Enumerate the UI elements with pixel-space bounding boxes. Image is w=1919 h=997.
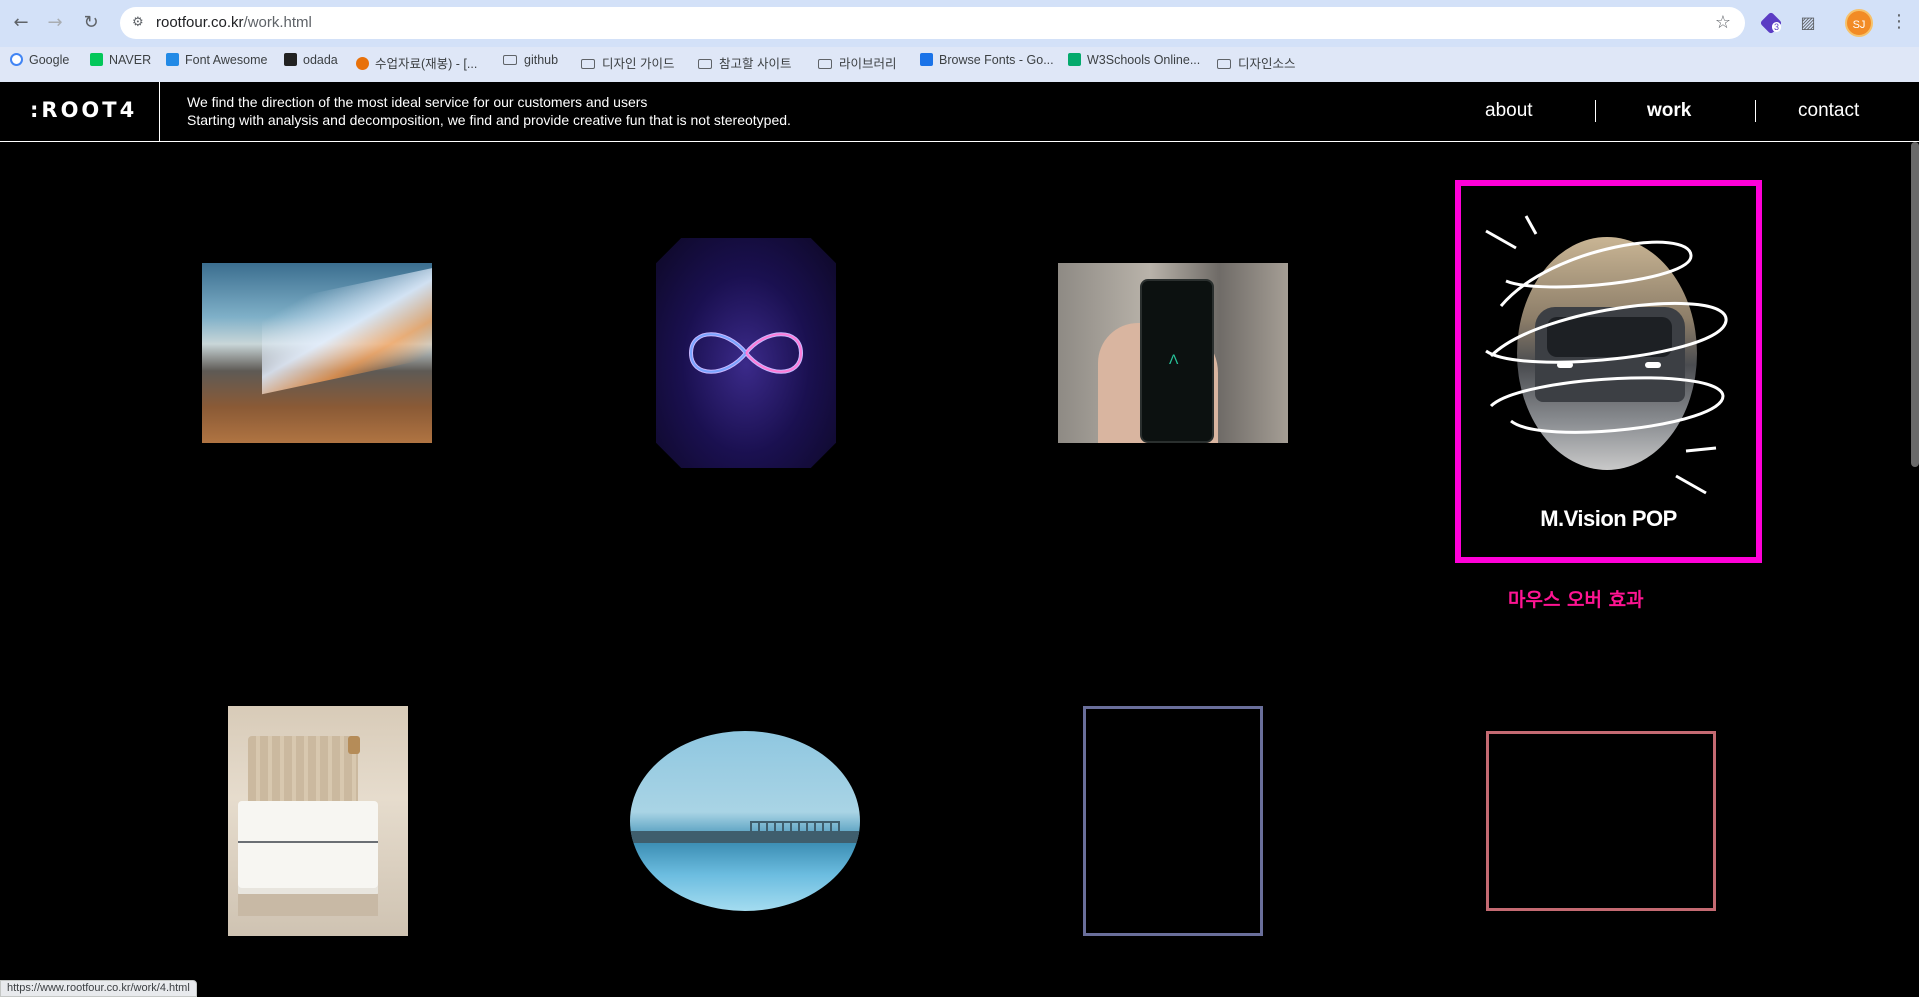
- bridge-deck: [630, 831, 860, 843]
- site-tagline: We find the direction of the most ideal …: [187, 93, 791, 129]
- folder-icon: [698, 59, 712, 69]
- browser-menu-icon[interactable]: ⋮: [1890, 11, 1908, 32]
- bookmark-naver[interactable]: NAVER: [90, 53, 151, 67]
- bookmark-folder-design-guide[interactable]: 디자인 가이드: [581, 53, 674, 72]
- tagline-line-2: Starting with analysis and decomposition…: [187, 112, 791, 128]
- site-header: :ROOT4 We find the direction of the most…: [0, 82, 1919, 142]
- site-logo[interactable]: :ROOT4: [30, 98, 137, 122]
- back-icon[interactable]: ←: [10, 12, 32, 34]
- bookmark-label: W3Schools Online...: [1087, 53, 1201, 67]
- page-scrollbar[interactable]: [1911, 142, 1919, 467]
- bookmark-folder-design-sources[interactable]: 디자인소스: [1217, 53, 1296, 72]
- infinity-glow-graphic: [688, 332, 804, 374]
- browser-chrome: ← → ↻ ⚙ rootfour.co.kr/work.html ☆ 3 ▨ S…: [0, 0, 1919, 82]
- profile-avatar[interactable]: SJ: [1845, 9, 1873, 37]
- bookmark-class-materials[interactable]: 수업자료(재봉) - [...: [356, 53, 477, 72]
- forward-icon[interactable]: →: [44, 12, 66, 34]
- work-item-6-bridge-image[interactable]: [630, 731, 860, 911]
- extension-badge-count: 3: [1772, 22, 1782, 32]
- header-divider: [159, 82, 160, 141]
- reload-icon[interactable]: ↻: [80, 12, 102, 34]
- work-item-title: M.Vision POP: [1540, 506, 1677, 531]
- nav-contact[interactable]: contact: [1798, 100, 1859, 122]
- extensions-puzzle-icon[interactable]: ▨: [1797, 12, 1819, 34]
- light-streak: [262, 263, 432, 395]
- folder-icon: [581, 59, 595, 69]
- work-item-5-bedroom-image[interactable]: [228, 706, 408, 936]
- bookmark-label: 디자인 가이드: [602, 57, 675, 71]
- google-fonts-icon: [920, 53, 933, 66]
- address-bar[interactable]: ⚙ rootfour.co.kr/work.html ☆: [120, 7, 1745, 39]
- bookmark-label: 수업자료(재봉) - [...: [375, 57, 478, 71]
- bookmark-folder-github[interactable]: github: [503, 53, 558, 67]
- folder-icon: [1217, 59, 1231, 69]
- flag-icon: [166, 53, 179, 66]
- site-info-icon[interactable]: ⚙: [132, 15, 148, 31]
- bookmark-folder-reference-sites[interactable]: 참고할 사이트: [698, 53, 791, 72]
- odada-icon: [284, 53, 297, 66]
- nav-separator: [1595, 100, 1596, 122]
- browser-status-url: https://www.rootfour.co.kr/work/4.html: [0, 980, 197, 997]
- swirl-lines-graphic: [1485, 215, 1728, 495]
- figma-icon: [356, 57, 369, 70]
- bookmark-label: Browse Fonts - Go...: [939, 53, 1054, 67]
- bookmarks-bar: Google NAVER Font Awesome odada 수업자료(재봉)…: [0, 49, 1919, 73]
- nav-separator: [1755, 100, 1756, 122]
- url-text[interactable]: rootfour.co.kr/work.html: [156, 14, 312, 31]
- bookmark-label: 디자인소스: [1238, 57, 1296, 71]
- bookmark-star-icon[interactable]: ☆: [1715, 12, 1731, 33]
- folder-icon: [818, 59, 832, 69]
- hover-effect-caption: 마우스 오버 효과: [1508, 589, 1644, 611]
- bookmark-label: Google: [29, 53, 70, 67]
- work-item-2-infinity-image[interactable]: [656, 238, 836, 468]
- extension-icon[interactable]: 3: [1759, 11, 1783, 35]
- naver-icon: [90, 53, 103, 66]
- google-icon: [10, 53, 23, 66]
- nav-about[interactable]: about: [1485, 100, 1533, 122]
- tagline-line-1: We find the direction of the most ideal …: [187, 94, 648, 110]
- bookmark-google[interactable]: Google: [10, 53, 69, 67]
- lamp-shape: [348, 736, 360, 754]
- headboard-shape: [248, 736, 358, 806]
- url-host: rootfour.co.kr: [156, 14, 244, 31]
- bookmark-label: github: [524, 53, 559, 67]
- work-item-1-light-trail-image[interactable]: [202, 263, 432, 443]
- work-item-7-outline-box[interactable]: [1083, 706, 1263, 936]
- bookmark-w3schools[interactable]: W3Schools Online...: [1068, 53, 1200, 67]
- work-item-3-phone-image[interactable]: Λ: [1058, 263, 1288, 443]
- bookmark-odada[interactable]: odada: [284, 53, 338, 67]
- bookmark-label: 라이브러리: [839, 57, 897, 71]
- app-logo-icon: Λ: [1169, 351, 1179, 367]
- folder-icon: [503, 55, 517, 65]
- bookmark-label: odada: [303, 53, 338, 67]
- nav-work[interactable]: work: [1647, 100, 1691, 122]
- phone-shape: Λ: [1140, 279, 1214, 443]
- bookmark-label: NAVER: [109, 53, 152, 67]
- url-path: /work.html: [243, 14, 312, 31]
- w3schools-icon: [1068, 53, 1081, 66]
- bookmark-label: Font Awesome: [185, 53, 268, 67]
- work-item-8-outline-box[interactable]: [1486, 731, 1716, 911]
- bookmark-folder-library[interactable]: 라이브러리: [818, 53, 897, 72]
- bookmark-font-awesome[interactable]: Font Awesome: [166, 53, 267, 67]
- bookmark-google-fonts[interactable]: Browse Fonts - Go...: [920, 53, 1054, 67]
- bed-base-shape: [238, 894, 378, 916]
- bookmark-label: 참고할 사이트: [719, 57, 792, 71]
- bed-shape: [238, 801, 378, 896]
- work-item-4-hover-card[interactable]: M.Vision POP: [1455, 180, 1762, 563]
